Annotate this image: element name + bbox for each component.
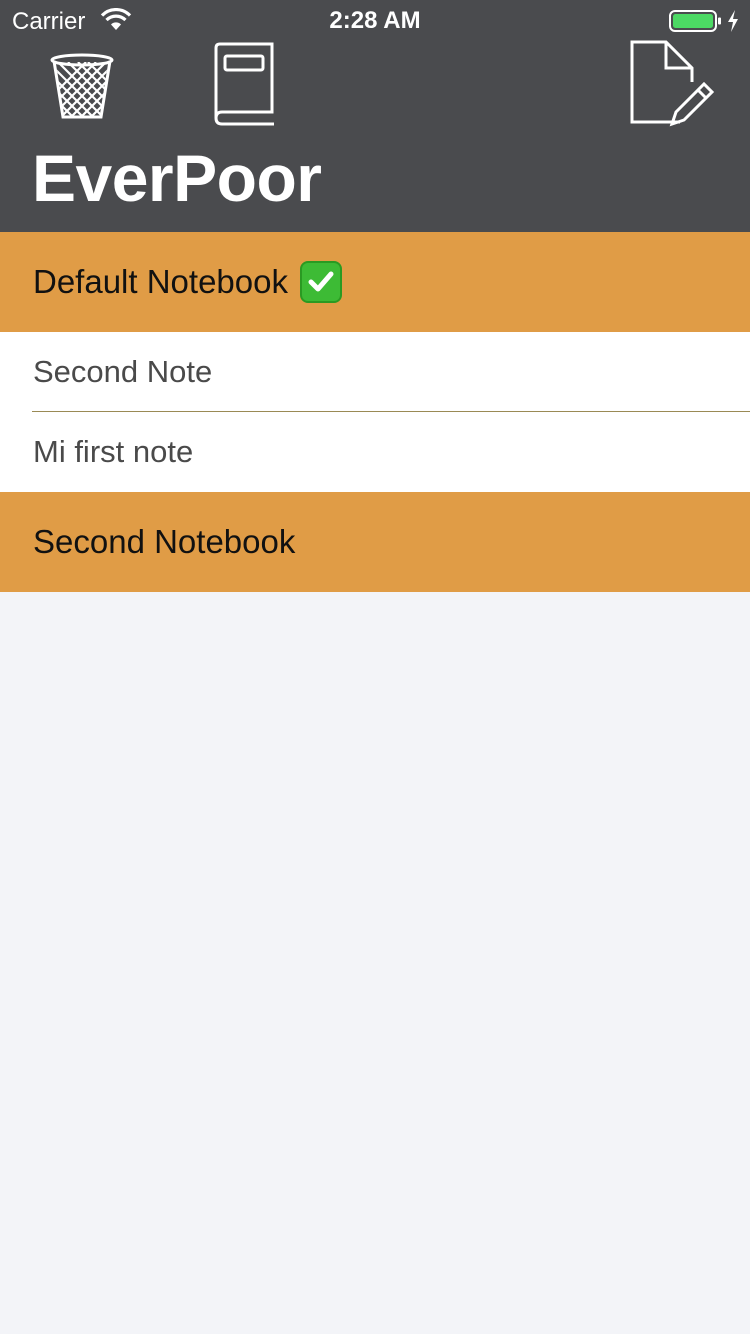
charging-bolt-icon [726,9,740,33]
notebook-header-default[interactable]: Default Notebook [0,232,750,332]
trash-icon[interactable] [48,50,116,122]
default-check-icon [300,261,342,303]
notebook-name: Default Notebook [33,263,288,300]
page-title: EverPoor [32,141,322,215]
clock-label: 2:28 AM [329,7,421,34]
note-title: Mi first note [33,434,194,469]
notebook-icon[interactable] [206,42,278,126]
notebook-header-second[interactable]: Second Notebook [0,492,750,592]
compose-icon[interactable] [628,38,716,128]
notebook-list: Default Notebook Second Note Mi first no… [0,232,750,592]
note-row[interactable]: Second Note [0,332,750,412]
note-title: Second Note [33,354,213,389]
note-row[interactable]: Mi first note [0,412,750,492]
app-screen: Carrier 2:28 AM EverPoor Default Noteboo… [0,0,750,1334]
navigation-bar: Carrier 2:28 AM EverPoor [0,0,750,232]
battery-icon [669,9,723,33]
notebook-name: Second Notebook [33,523,296,560]
status-bar: Carrier 2:28 AM [0,0,750,40]
